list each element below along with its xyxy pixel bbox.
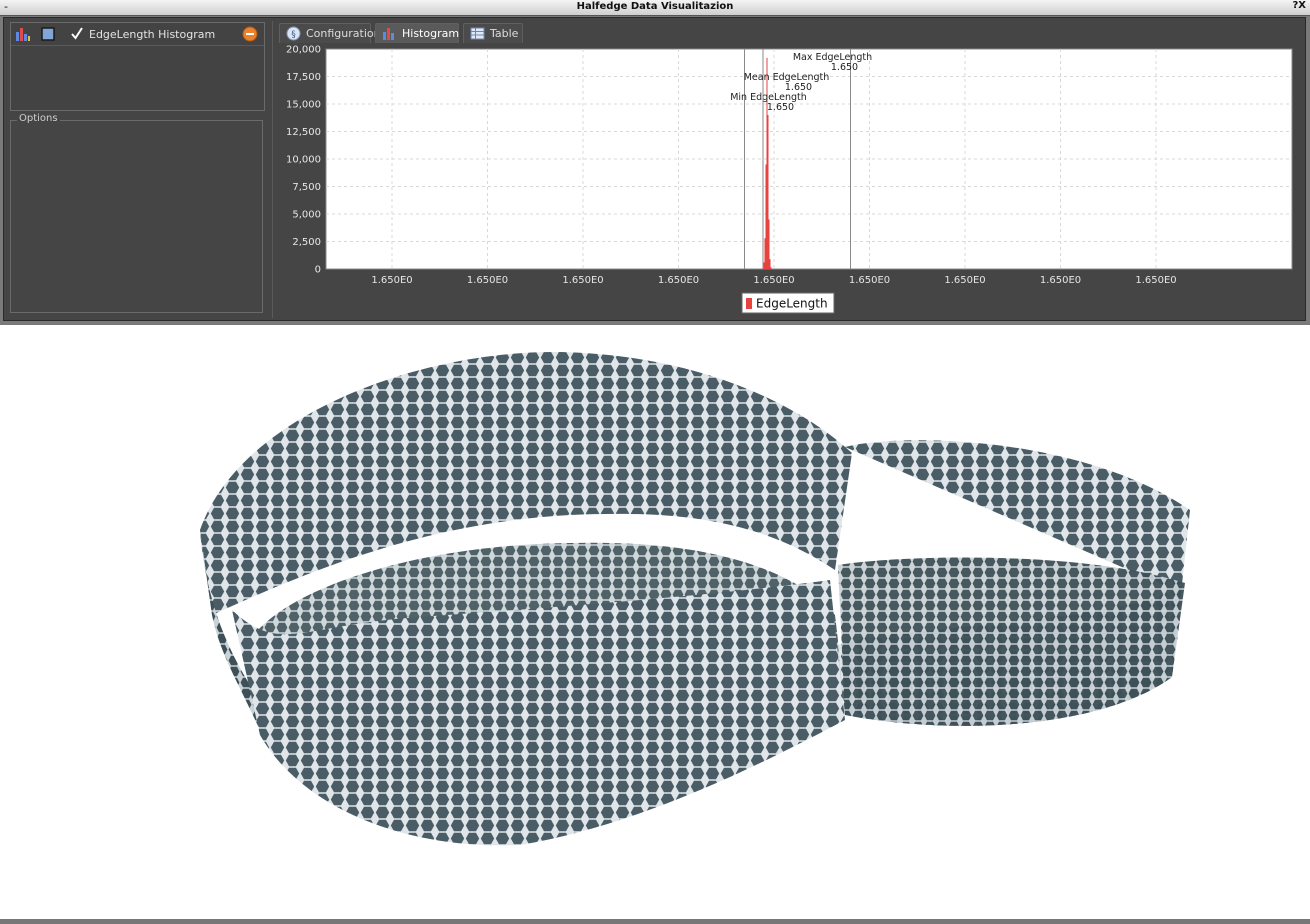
x-tick-label: 1.650E0 <box>753 275 794 286</box>
histogram-bar <box>766 57 768 269</box>
histogram-bar <box>767 115 769 269</box>
marker-value: 1.650 <box>831 62 858 73</box>
y-tick-label: 17,500 <box>286 72 321 83</box>
y-tick-label: 2,500 <box>292 237 321 248</box>
window-content: EdgeLength Histogram Options § Configura… <box>3 17 1306 321</box>
x-tick-label: 1.650E0 <box>467 275 508 286</box>
remove-icon[interactable] <box>242 26 258 42</box>
marker-value: 1.650 <box>785 82 812 93</box>
histogram-bar <box>765 164 767 269</box>
histogram-bar <box>770 267 772 269</box>
y-tick-label: 12,500 <box>286 127 321 138</box>
x-tick-label: 1.650E0 <box>1135 275 1176 286</box>
layer-label: EdgeLength Histogram <box>89 28 216 41</box>
histogram-bar <box>769 259 771 269</box>
window-title: Halfedge Data Visualitazion <box>576 1 734 12</box>
marker-value: 1.650 <box>767 102 794 113</box>
tab-histogram[interactable]: Histogram <box>375 23 459 43</box>
tab-pane: § Configuration Histogram Table 20,000 1… <box>272 21 1303 318</box>
tab-label: Configuration <box>306 27 381 40</box>
hexagonal-mobius-mesh[interactable] <box>0 325 1310 919</box>
svg-text:§: § <box>291 30 296 40</box>
color-swatch-icon[interactable] <box>40 26 56 42</box>
tab-label: Histogram <box>402 27 460 40</box>
y-tick-label: 7,500 <box>292 182 321 193</box>
tab-table[interactable]: Table <box>463 23 523 43</box>
x-tick-label: 1.650E0 <box>944 275 985 286</box>
layer-list: EdgeLength Histogram <box>10 22 265 111</box>
x-tick-label: 1.650E0 <box>562 275 603 286</box>
y-tick-label: 15,000 <box>286 100 321 111</box>
y-tick-label: 5,000 <box>292 210 321 221</box>
histogram-bar <box>768 219 770 269</box>
help-close-buttons[interactable]: ?X <box>1292 0 1306 11</box>
x-tick-label: 1.650E0 <box>658 275 699 286</box>
y-tick-label: 0 <box>315 265 321 276</box>
histogram-bar <box>763 262 765 269</box>
y-tick-label: 20,000 <box>286 45 321 56</box>
x-tick-label: 1.650E0 <box>371 275 412 286</box>
options-panel: Options <box>10 113 263 313</box>
tab-label: Table <box>490 27 519 40</box>
histogram-icon <box>383 28 394 40</box>
legend-swatch <box>746 298 752 309</box>
y-tick-label: 10,000 <box>286 155 321 166</box>
checkbox-icon[interactable] <box>69 26 85 42</box>
tab-configuration[interactable]: § Configuration <box>279 23 381 43</box>
x-tick-label: 1.650E0 <box>849 275 890 286</box>
table-icon <box>470 27 485 40</box>
edgelength-histogram-chart: 20,000 17,500 15,000 12,500 10,000 7,500 5,000… <box>286 45 1293 314</box>
configuration-icon: § <box>286 26 301 41</box>
histogram-icon[interactable] <box>15 26 31 42</box>
legend-label: EdgeLength <box>756 297 828 311</box>
data-visualization-window: - Halfedge Data Visualitazion ?X EdgeLen… <box>0 0 1310 325</box>
histogram-bar <box>764 238 766 269</box>
options-label: Options <box>17 113 60 124</box>
status-strip <box>0 919 1310 924</box>
title-bar[interactable]: - Halfedge Data Visualitazion ?X <box>0 0 1310 16</box>
layer-row[interactable]: EdgeLength Histogram <box>11 23 264 46</box>
mesh-3d-viewport[interactable] <box>0 325 1310 924</box>
x-tick-label: 1.650E0 <box>1040 275 1081 286</box>
